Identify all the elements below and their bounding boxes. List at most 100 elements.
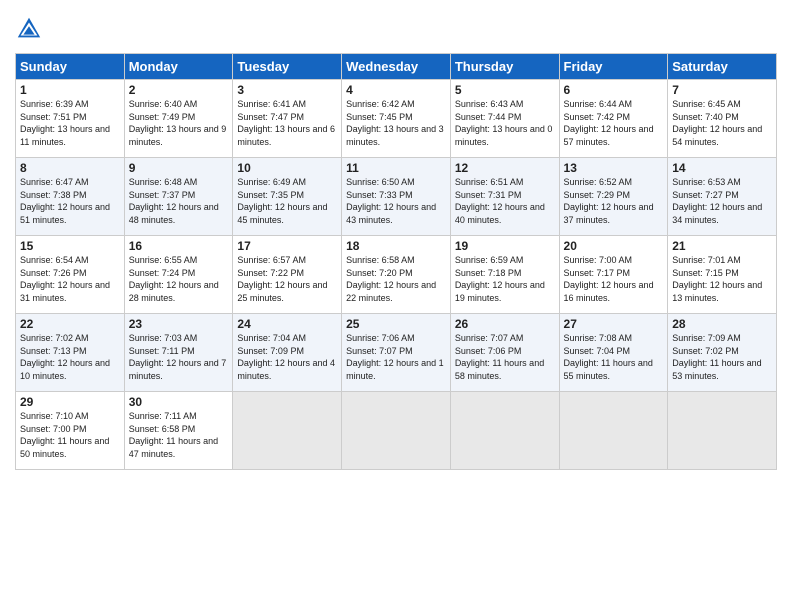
calendar-header-row: SundayMondayTuesdayWednesdayThursdayFrid… [16,54,777,80]
day-number: 5 [455,83,555,97]
calendar-cell [559,392,668,470]
calendar-week-row: 1Sunrise: 6:39 AMSunset: 7:51 PMDaylight… [16,80,777,158]
day-info: Sunrise: 7:04 AMSunset: 7:09 PMDaylight:… [237,332,337,382]
calendar-cell: 19Sunrise: 6:59 AMSunset: 7:18 PMDayligh… [450,236,559,314]
col-header-sunday: Sunday [16,54,125,80]
day-info: Sunrise: 7:06 AMSunset: 7:07 PMDaylight:… [346,332,446,382]
calendar-cell [668,392,777,470]
day-info: Sunrise: 7:09 AMSunset: 7:02 PMDaylight:… [672,332,772,382]
day-info: Sunrise: 6:40 AMSunset: 7:49 PMDaylight:… [129,98,229,148]
day-number: 12 [455,161,555,175]
day-info: Sunrise: 6:55 AMSunset: 7:24 PMDaylight:… [129,254,229,304]
logo-icon [15,15,43,43]
day-number: 19 [455,239,555,253]
calendar-cell: 10Sunrise: 6:49 AMSunset: 7:35 PMDayligh… [233,158,342,236]
day-number: 15 [20,239,120,253]
day-info: Sunrise: 6:42 AMSunset: 7:45 PMDaylight:… [346,98,446,148]
day-info: Sunrise: 6:47 AMSunset: 7:38 PMDaylight:… [20,176,120,226]
day-number: 26 [455,317,555,331]
day-info: Sunrise: 6:41 AMSunset: 7:47 PMDaylight:… [237,98,337,148]
calendar-cell [450,392,559,470]
calendar-cell: 27Sunrise: 7:08 AMSunset: 7:04 PMDayligh… [559,314,668,392]
day-info: Sunrise: 6:54 AMSunset: 7:26 PMDaylight:… [20,254,120,304]
calendar-cell: 4Sunrise: 6:42 AMSunset: 7:45 PMDaylight… [342,80,451,158]
logo [15,15,47,43]
day-info: Sunrise: 6:45 AMSunset: 7:40 PMDaylight:… [672,98,772,148]
day-number: 20 [564,239,664,253]
day-number: 27 [564,317,664,331]
calendar-cell: 8Sunrise: 6:47 AMSunset: 7:38 PMDaylight… [16,158,125,236]
day-number: 6 [564,83,664,97]
day-number: 13 [564,161,664,175]
day-info: Sunrise: 6:58 AMSunset: 7:20 PMDaylight:… [346,254,446,304]
day-number: 29 [20,395,120,409]
day-number: 21 [672,239,772,253]
day-info: Sunrise: 7:02 AMSunset: 7:13 PMDaylight:… [20,332,120,382]
col-header-thursday: Thursday [450,54,559,80]
day-info: Sunrise: 7:10 AMSunset: 7:00 PMDaylight:… [20,410,120,460]
page-container: SundayMondayTuesdayWednesdayThursdayFrid… [0,0,792,480]
calendar-cell: 12Sunrise: 6:51 AMSunset: 7:31 PMDayligh… [450,158,559,236]
col-header-friday: Friday [559,54,668,80]
calendar-cell: 9Sunrise: 6:48 AMSunset: 7:37 PMDaylight… [124,158,233,236]
day-number: 8 [20,161,120,175]
day-info: Sunrise: 6:57 AMSunset: 7:22 PMDaylight:… [237,254,337,304]
day-number: 23 [129,317,229,331]
calendar-cell: 29Sunrise: 7:10 AMSunset: 7:00 PMDayligh… [16,392,125,470]
day-info: Sunrise: 6:52 AMSunset: 7:29 PMDaylight:… [564,176,664,226]
calendar-cell [233,392,342,470]
calendar-table: SundayMondayTuesdayWednesdayThursdayFrid… [15,53,777,470]
calendar-week-row: 29Sunrise: 7:10 AMSunset: 7:00 PMDayligh… [16,392,777,470]
calendar-cell: 2Sunrise: 6:40 AMSunset: 7:49 PMDaylight… [124,80,233,158]
day-number: 18 [346,239,446,253]
calendar-cell: 6Sunrise: 6:44 AMSunset: 7:42 PMDaylight… [559,80,668,158]
day-number: 9 [129,161,229,175]
day-info: Sunrise: 6:50 AMSunset: 7:33 PMDaylight:… [346,176,446,226]
day-number: 17 [237,239,337,253]
calendar-cell: 1Sunrise: 6:39 AMSunset: 7:51 PMDaylight… [16,80,125,158]
calendar-cell [342,392,451,470]
calendar-cell: 17Sunrise: 6:57 AMSunset: 7:22 PMDayligh… [233,236,342,314]
calendar-cell: 14Sunrise: 6:53 AMSunset: 7:27 PMDayligh… [668,158,777,236]
calendar-cell: 18Sunrise: 6:58 AMSunset: 7:20 PMDayligh… [342,236,451,314]
day-number: 24 [237,317,337,331]
day-number: 7 [672,83,772,97]
day-number: 3 [237,83,337,97]
day-info: Sunrise: 6:43 AMSunset: 7:44 PMDaylight:… [455,98,555,148]
day-info: Sunrise: 6:59 AMSunset: 7:18 PMDaylight:… [455,254,555,304]
day-info: Sunrise: 6:39 AMSunset: 7:51 PMDaylight:… [20,98,120,148]
col-header-tuesday: Tuesday [233,54,342,80]
day-info: Sunrise: 7:08 AMSunset: 7:04 PMDaylight:… [564,332,664,382]
calendar-week-row: 22Sunrise: 7:02 AMSunset: 7:13 PMDayligh… [16,314,777,392]
calendar-cell: 16Sunrise: 6:55 AMSunset: 7:24 PMDayligh… [124,236,233,314]
day-info: Sunrise: 6:44 AMSunset: 7:42 PMDaylight:… [564,98,664,148]
calendar-cell: 25Sunrise: 7:06 AMSunset: 7:07 PMDayligh… [342,314,451,392]
day-info: Sunrise: 7:01 AMSunset: 7:15 PMDaylight:… [672,254,772,304]
calendar-week-row: 8Sunrise: 6:47 AMSunset: 7:38 PMDaylight… [16,158,777,236]
day-number: 10 [237,161,337,175]
calendar-cell: 30Sunrise: 7:11 AMSunset: 6:58 PMDayligh… [124,392,233,470]
calendar-cell: 26Sunrise: 7:07 AMSunset: 7:06 PMDayligh… [450,314,559,392]
day-number: 2 [129,83,229,97]
day-info: Sunrise: 6:49 AMSunset: 7:35 PMDaylight:… [237,176,337,226]
col-header-saturday: Saturday [668,54,777,80]
day-number: 30 [129,395,229,409]
day-number: 16 [129,239,229,253]
day-info: Sunrise: 6:53 AMSunset: 7:27 PMDaylight:… [672,176,772,226]
day-info: Sunrise: 7:11 AMSunset: 6:58 PMDaylight:… [129,410,229,460]
calendar-cell: 13Sunrise: 6:52 AMSunset: 7:29 PMDayligh… [559,158,668,236]
day-info: Sunrise: 6:48 AMSunset: 7:37 PMDaylight:… [129,176,229,226]
calendar-cell: 24Sunrise: 7:04 AMSunset: 7:09 PMDayligh… [233,314,342,392]
calendar-cell: 21Sunrise: 7:01 AMSunset: 7:15 PMDayligh… [668,236,777,314]
day-number: 1 [20,83,120,97]
calendar-cell: 22Sunrise: 7:02 AMSunset: 7:13 PMDayligh… [16,314,125,392]
col-header-wednesday: Wednesday [342,54,451,80]
day-info: Sunrise: 7:00 AMSunset: 7:17 PMDaylight:… [564,254,664,304]
calendar-cell: 7Sunrise: 6:45 AMSunset: 7:40 PMDaylight… [668,80,777,158]
header [15,15,777,43]
calendar-cell: 5Sunrise: 6:43 AMSunset: 7:44 PMDaylight… [450,80,559,158]
day-number: 4 [346,83,446,97]
day-number: 22 [20,317,120,331]
calendar-cell: 28Sunrise: 7:09 AMSunset: 7:02 PMDayligh… [668,314,777,392]
day-info: Sunrise: 7:03 AMSunset: 7:11 PMDaylight:… [129,332,229,382]
